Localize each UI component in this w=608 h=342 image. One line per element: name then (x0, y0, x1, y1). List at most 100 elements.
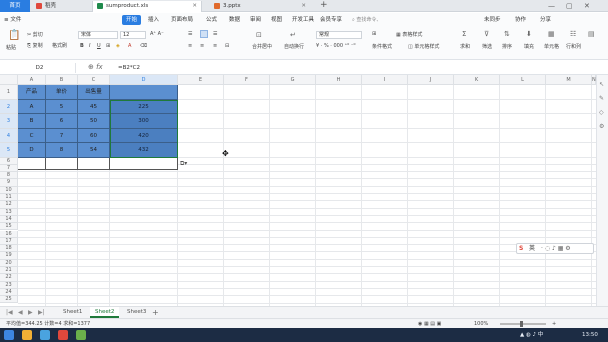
row-header-6[interactable]: 6 (0, 157, 18, 165)
maximize-button[interactable]: ▢ (566, 0, 573, 12)
row-header-17[interactable]: 17 (0, 237, 18, 246)
tab-home[interactable]: 首页 (0, 0, 30, 12)
menu-insert[interactable]: 插入 (148, 15, 159, 25)
row-header-12[interactable]: 12 (0, 201, 18, 209)
column-header-b[interactable]: B (46, 75, 78, 85)
column-header-g[interactable]: G (270, 75, 316, 85)
row-header-7[interactable]: 7 (0, 164, 18, 173)
row-header-16[interactable]: 16 (0, 230, 18, 238)
distribute-icon[interactable]: ⊟ (225, 43, 229, 50)
fill-icon[interactable]: ⬇ (526, 30, 532, 38)
browser-icon[interactable] (40, 330, 50, 340)
row-header-25[interactable]: 25 (0, 296, 18, 304)
row-header-2[interactable]: 2 (0, 99, 18, 114)
table-cell[interactable]: 6 (46, 114, 78, 129)
column-header-e[interactable]: E (178, 75, 224, 85)
close-tab-icon[interactable]: ✕ (301, 1, 306, 12)
convert-table-icon[interactable]: ⊞ (372, 31, 376, 38)
column-header-i[interactable]: I (362, 75, 408, 85)
menu-member[interactable]: 会员专享 (320, 15, 342, 25)
command-search[interactable]: ⌕ 查找命令、 (352, 16, 422, 24)
add-sheet-button[interactable]: + (152, 307, 159, 318)
cells-icon[interactable]: ▦ (548, 30, 555, 38)
sheet-tab-sheet1[interactable]: Sheet1 (58, 307, 87, 318)
row-header-9[interactable]: 9 (0, 179, 18, 187)
column-header-k[interactable]: K (454, 75, 500, 85)
filter-button[interactable]: 筛选 (482, 44, 492, 51)
shape-tool-icon[interactable]: ◇ (599, 109, 604, 116)
table-cell[interactable]: 单价 (46, 85, 78, 100)
table-cell[interactable]: 产品 (18, 85, 46, 100)
row-header-24[interactable]: 24 (0, 288, 18, 297)
sort-button[interactable]: 排序 (502, 44, 512, 51)
column-header-l[interactable]: L (500, 75, 546, 85)
autofill-options-icon[interactable]: ⧉▾ (180, 160, 187, 168)
row-header-14[interactable]: 14 (0, 215, 18, 224)
number-format-select[interactable]: 常规 (316, 31, 362, 39)
table-cell[interactable]: 432 (110, 143, 178, 158)
table-cell[interactable]: B (18, 114, 46, 129)
row-header-13[interactable]: 13 (0, 208, 18, 216)
wrap-text-button[interactable]: 自动换行 (284, 44, 304, 51)
row-header-11[interactable]: 11 (0, 194, 18, 202)
property-tool-icon[interactable]: ⚙ (599, 123, 604, 130)
row-header-18[interactable]: 18 (0, 245, 18, 253)
close-window-button[interactable]: ✕ (584, 0, 590, 12)
font-name-select[interactable]: 宋体 (78, 31, 118, 39)
fill-button[interactable]: 填充 (524, 44, 534, 51)
table-cell[interactable]: C (18, 128, 46, 143)
row-header-22[interactable]: 22 (0, 274, 18, 282)
column-header-d[interactable]: D (110, 75, 178, 85)
empty-bordered-cell[interactable] (110, 157, 178, 170)
table-cell[interactable]: 7 (46, 128, 78, 143)
table-cell[interactable]: 60 (78, 128, 110, 143)
column-header-a[interactable]: A (18, 75, 46, 85)
menu-page-layout[interactable]: 页面布局 (171, 15, 193, 25)
menu-developer[interactable]: 开发工具 (292, 15, 314, 25)
name-box[interactable]: D2 (4, 63, 76, 73)
zoom-icon[interactable]: ⊕ (88, 63, 96, 71)
align-left-icon[interactable]: ≡ (188, 43, 192, 50)
menu-data[interactable]: 数据 (229, 15, 240, 25)
fill-color-icon[interactable]: ◈ (116, 43, 120, 50)
row-header-4[interactable]: 4 (0, 128, 18, 143)
prev-sheet-button[interactable]: ◀ (18, 307, 23, 318)
sheet-tab-sheet3[interactable]: Sheet3 (122, 307, 151, 318)
format-painter-button[interactable]: 格式刷 (52, 43, 67, 50)
ime-toolbar[interactable]: S 英 · ◌ ♪ ▦ ⚙ (516, 243, 594, 254)
menu-home[interactable]: 开始 (122, 15, 142, 25)
align-right-icon[interactable]: ≡ (213, 43, 217, 50)
table-cell[interactable]: 8 (46, 143, 78, 158)
app-icon[interactable] (76, 330, 86, 340)
sheet-tool-icon[interactable]: ▤ (588, 30, 595, 38)
bold-icon[interactable]: B (80, 43, 84, 50)
copy-button[interactable]: ⎘ 复制 (27, 43, 43, 50)
table-cell[interactable]: 420 (110, 128, 178, 143)
column-header-j[interactable]: J (408, 75, 454, 85)
sum-icon[interactable]: Σ (462, 30, 466, 38)
row-header-3[interactable]: 3 (0, 114, 18, 129)
column-header-h[interactable]: H (316, 75, 362, 85)
paste-icon[interactable]: 📋 (8, 31, 20, 41)
table-cell[interactable]: 50 (78, 114, 110, 129)
wrap-text-icon[interactable]: ↵ (290, 31, 296, 39)
select-all-corner[interactable] (0, 75, 18, 85)
function-icon[interactable]: ⊕ fx (88, 62, 103, 73)
formula-input[interactable]: =B2*C2 (118, 63, 140, 73)
tab-sumproduct[interactable]: sumproduct.xls ✕ (92, 1, 202, 12)
sum-button[interactable]: 求和 (460, 44, 470, 51)
last-sheet-button[interactable]: ▶| (38, 307, 45, 318)
cell-style-button[interactable]: ◫ 单元格样式 (408, 44, 439, 51)
menu-file[interactable]: ≡ 文件 (4, 15, 21, 25)
clear-format-icon[interactable]: ⌫ (140, 43, 147, 50)
column-header-c[interactable]: C (78, 75, 110, 85)
table-cell[interactable]: 300 (110, 114, 178, 129)
ime-mode-label[interactable]: 英 (529, 244, 535, 254)
number-format-icons[interactable]: ¥ · % · 000 ⁺⁰ ⁻⁰ (316, 43, 355, 50)
table-cell[interactable]: A (18, 99, 46, 114)
table-cell[interactable]: 5 (46, 99, 78, 114)
ime-tools-icons[interactable]: · ◌ ♪ ▦ ⚙ (541, 244, 571, 254)
paste-label[interactable]: 粘贴 (6, 45, 16, 52)
table-cell[interactable]: D (18, 143, 46, 158)
row-header-1[interactable]: 1 (0, 85, 18, 100)
